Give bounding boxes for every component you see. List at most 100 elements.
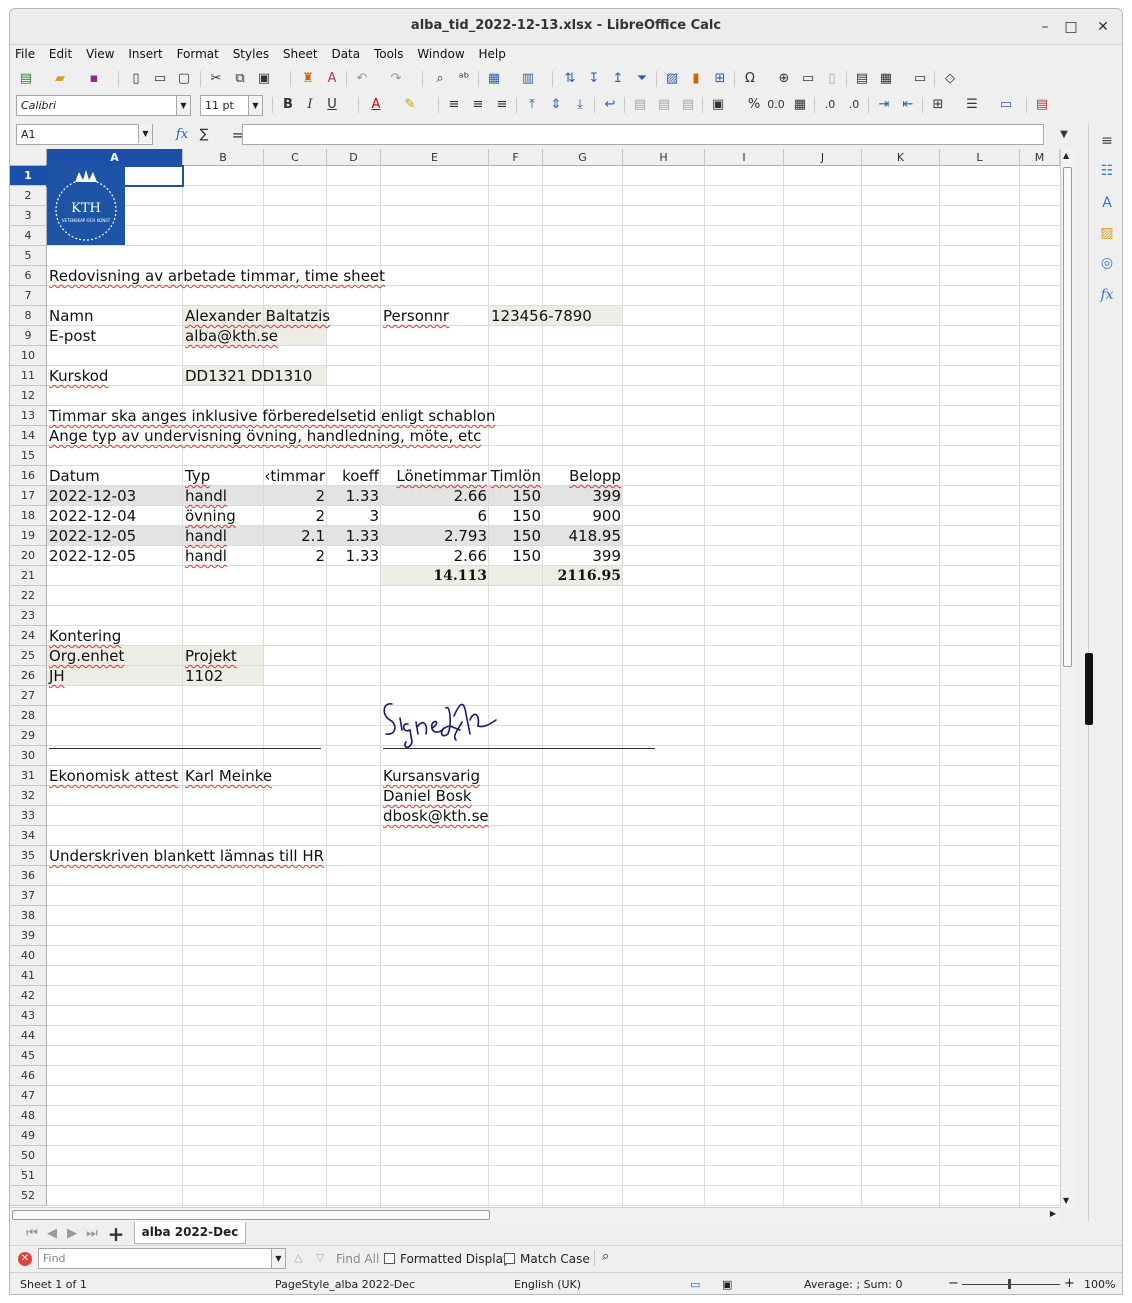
row-header[interactable]: 31: [10, 766, 47, 786]
table-cell[interactable]: 150: [489, 506, 541, 526]
table-cell[interactable]: 150: [489, 546, 541, 566]
align-top-icon[interactable]: ⤒: [522, 95, 542, 115]
email-value-cell[interactable]: alba@kth.se: [185, 326, 278, 346]
autofilter-icon[interactable]: ⏷: [632, 69, 652, 89]
row-icon[interactable]: ▦: [484, 69, 504, 89]
merge-center-icon[interactable]: ▤: [654, 95, 674, 115]
table-cell[interactable]: 6: [381, 506, 487, 526]
row-header[interactable]: 10: [10, 346, 47, 366]
find-replace-dialog-icon[interactable]: ⌕: [602, 1249, 609, 1264]
menu-file[interactable]: File: [10, 45, 40, 61]
table-cell[interactable]: 2.66: [381, 546, 487, 566]
row-header[interactable]: 37: [10, 886, 47, 906]
attest-name-cell[interactable]: Karl Meinke: [185, 766, 272, 786]
increase-indent-icon[interactable]: ⇥: [874, 95, 894, 115]
spelling-icon[interactable]: ᵃᵇ: [454, 69, 474, 89]
font-name-select[interactable]: Calibri ▼: [16, 95, 191, 116]
table-header-cell[interactable]: Datum: [49, 466, 100, 486]
align-right-icon[interactable]: ≡: [492, 95, 512, 115]
table-header-cell[interactable]: Belopp: [543, 466, 621, 486]
table-cell[interactable]: 2022-12-05: [49, 546, 136, 566]
row-header[interactable]: 30: [10, 746, 47, 766]
row-header[interactable]: 3: [10, 206, 47, 226]
percent-format-icon[interactable]: %: [744, 95, 764, 115]
horizontal-scroll-thumb[interactable]: [12, 1210, 490, 1220]
row-header[interactable]: 48: [10, 1106, 47, 1126]
sort-icon[interactable]: ⇅: [560, 69, 580, 89]
row-header[interactable]: 11: [10, 366, 47, 386]
total-hours-cell[interactable]: 14.113: [381, 566, 487, 586]
conditional-format-icon[interactable]: ▤: [1032, 95, 1052, 115]
date-format-icon[interactable]: ▦: [790, 95, 810, 115]
print-preview-icon[interactable]: ▢: [174, 69, 194, 89]
italic-icon[interactable]: I: [300, 95, 320, 115]
row-header[interactable]: 49: [10, 1126, 47, 1146]
special-character-icon[interactable]: Ω: [740, 69, 760, 89]
row-header[interactable]: 52: [10, 1186, 47, 1206]
table-cell[interactable]: 418.95: [543, 526, 622, 546]
align-middle-icon[interactable]: ⇕: [546, 95, 566, 115]
table-cell[interactable]: 150: [489, 486, 541, 506]
row-header[interactable]: 25: [10, 646, 47, 666]
row-header[interactable]: 26: [10, 666, 47, 686]
currency-format-icon[interactable]: ▣: [708, 95, 728, 115]
wrap-text-icon[interactable]: ↩: [600, 95, 620, 115]
functions-icon[interactable]: fx: [1097, 285, 1117, 305]
column-header-j[interactable]: J: [784, 149, 862, 166]
pivot-table-icon[interactable]: ⊞: [710, 69, 730, 89]
personnr-value-cell[interactable]: 123456-7890: [491, 306, 592, 326]
row-header[interactable]: 51: [10, 1166, 47, 1186]
menu-tools[interactable]: Tools: [369, 45, 409, 61]
find-all-button[interactable]: Find All: [336, 1252, 379, 1266]
vertical-scrollbar[interactable]: ▲ ▼: [1060, 149, 1074, 1207]
font-size-select[interactable]: 11 pt ▼: [200, 95, 263, 116]
navigator-icon[interactable]: ◎: [1097, 253, 1117, 273]
kontering-cell[interactable]: Kontering: [49, 626, 121, 646]
row-header[interactable]: 14: [10, 426, 47, 446]
zoom-in-button[interactable]: +: [1064, 1276, 1075, 1291]
formula-input[interactable]: [242, 124, 1044, 145]
table-cell[interactable]: handl: [185, 546, 227, 566]
split-window-icon[interactable]: ▭: [910, 69, 930, 89]
column-header-i[interactable]: I: [705, 149, 784, 166]
table-header-cell[interactable]: ‹timmar: [264, 466, 325, 486]
menu-format[interactable]: Format: [172, 45, 224, 61]
open-folder-icon[interactable]: ▰: [50, 69, 70, 89]
table-cell[interactable]: handl: [185, 486, 227, 506]
menu-help[interactable]: Help: [473, 45, 510, 61]
print-icon[interactable]: ▭: [150, 69, 170, 89]
last-sheet-icon[interactable]: ⏭: [82, 1224, 102, 1244]
header-footer-icon[interactable]: ▯: [822, 69, 842, 89]
personnr-label-cell[interactable]: Personnr: [383, 306, 449, 326]
row-header[interactable]: 7: [10, 286, 47, 306]
total-amount-cell[interactable]: 2116.95: [543, 566, 621, 586]
zoom-slider-handle[interactable]: [1008, 1279, 1011, 1289]
redo-icon[interactable]: ↷: [386, 69, 406, 89]
define-print-area-icon[interactable]: ▤: [852, 69, 872, 89]
row-header[interactable]: 5: [10, 246, 47, 266]
table-cell[interactable]: 2.793: [381, 526, 487, 546]
copy-icon[interactable]: ⧉: [230, 69, 250, 89]
table-cell[interactable]: 2022-12-05: [49, 526, 136, 546]
row-header[interactable]: 42: [10, 986, 47, 1006]
row-header[interactable]: 8: [10, 306, 47, 326]
insert-chart-icon[interactable]: ▮: [686, 69, 706, 89]
column-header-e[interactable]: E: [381, 149, 489, 166]
row-header[interactable]: 50: [10, 1146, 47, 1166]
menu-window[interactable]: Window: [412, 45, 469, 61]
row-header[interactable]: 34: [10, 826, 47, 846]
table-cell[interactable]: 2: [264, 546, 325, 566]
table-header-cell[interactable]: Timlön: [489, 466, 541, 486]
row-header[interactable]: 35: [10, 846, 47, 866]
column-header-c[interactable]: C: [264, 149, 327, 166]
align-center-icon[interactable]: ≡: [468, 95, 488, 115]
row-header[interactable]: 2: [10, 186, 47, 206]
org-label-cell[interactable]: Org.enhet: [49, 646, 124, 666]
find-replace-icon[interactable]: ⌕: [430, 69, 450, 89]
font-color-icon[interactable]: A: [366, 95, 386, 115]
row-header[interactable]: 13: [10, 406, 47, 426]
next-sheet-icon[interactable]: ▶: [62, 1224, 82, 1244]
row-header[interactable]: 4: [10, 226, 47, 246]
row-header[interactable]: 9: [10, 326, 47, 346]
menu-insert[interactable]: Insert: [123, 45, 167, 61]
